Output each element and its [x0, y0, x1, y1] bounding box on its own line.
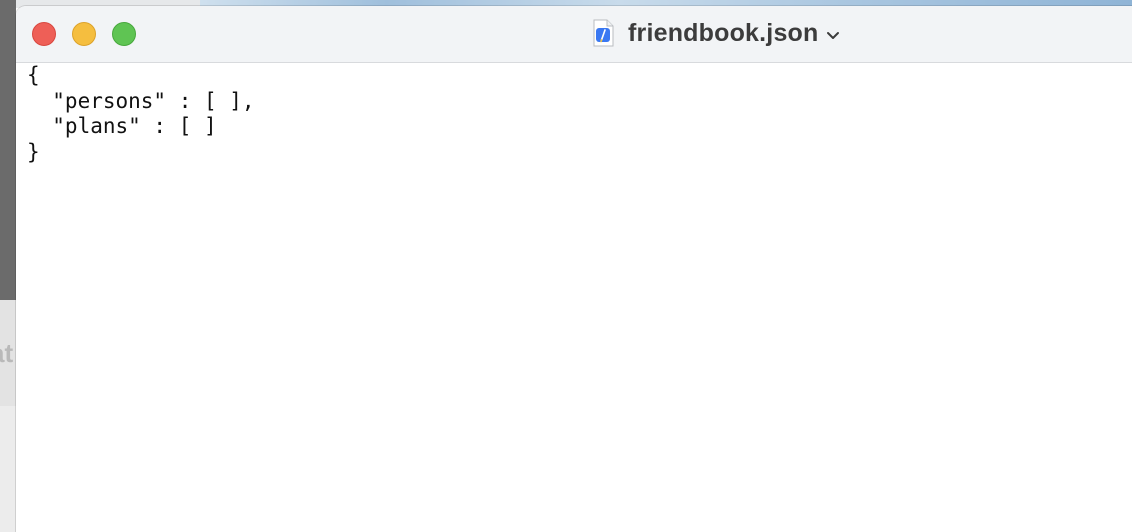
- textedit-window: friendbook.json { "persons" : [ ], "plan…: [16, 6, 1132, 532]
- code-line: {: [27, 63, 40, 87]
- background-partial-text: at: [0, 338, 14, 368]
- title-bar[interactable]: friendbook.json: [16, 6, 1132, 63]
- window-title: friendbook.json: [628, 18, 819, 47]
- zoom-button[interactable]: [112, 22, 136, 46]
- code-line: "plans" : [ ]: [27, 114, 217, 138]
- close-button[interactable]: [32, 22, 56, 46]
- background-window-lower: [0, 406, 16, 532]
- background-window-panel: at: [0, 300, 16, 406]
- desktop: at: [0, 0, 1132, 532]
- code-line: "persons" : [ ],: [27, 88, 255, 113]
- chevron-down-icon[interactable]: [825, 27, 841, 43]
- background-window-dark: [0, 0, 16, 300]
- text-editor[interactable]: { "persons" : [ ], "plans" : [ ]}: [16, 63, 1132, 532]
- minimize-button[interactable]: [72, 22, 96, 46]
- code-line: }: [27, 139, 40, 164]
- text-document-icon: [592, 19, 614, 47]
- document-text[interactable]: { "persons" : [ ], "plans" : [ ]}: [27, 63, 255, 165]
- window-title-menu[interactable]: friendbook.json: [592, 17, 841, 49]
